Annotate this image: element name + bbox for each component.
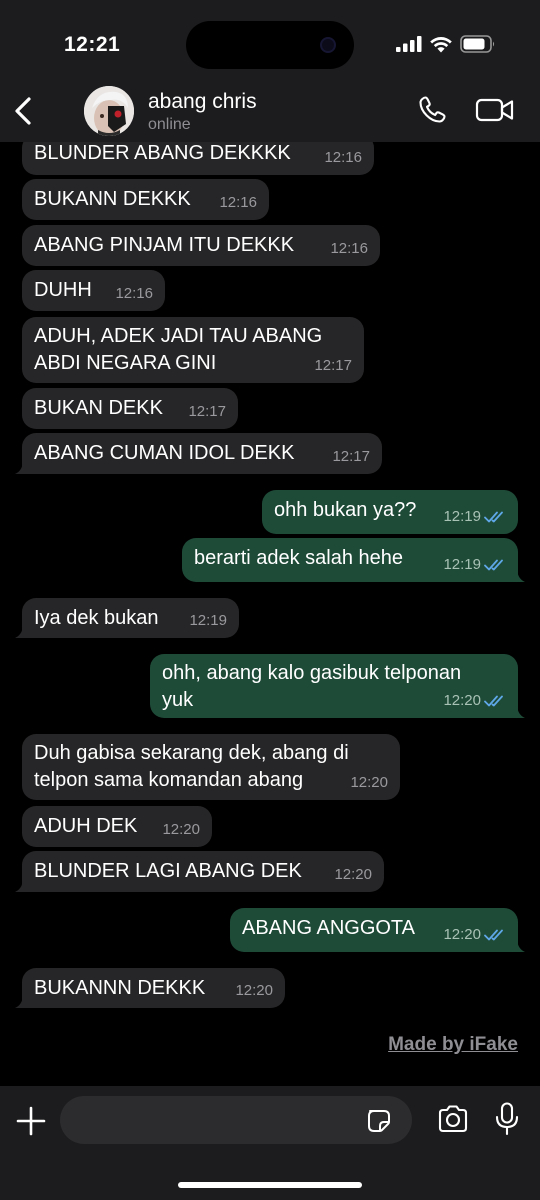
incoming-message[interactable]: ABANG CUMAN IDOL DEKK 12:17 [15, 433, 382, 474]
outgoing-message[interactable]: berarti adek salah hehe 12:19 [182, 538, 525, 582]
message-time: 12:16 [115, 285, 153, 302]
contact-status: online [148, 116, 191, 133]
message-meta: 12:17 [188, 398, 226, 425]
double-check-icon [484, 695, 503, 706]
incoming-message[interactable]: BUKANN DEKKK 12:16 [22, 179, 269, 220]
message-time: 12:16 [219, 194, 257, 211]
bubble-tail [513, 940, 525, 952]
double-check-icon [484, 511, 503, 522]
message-meta: 12:20 [162, 816, 200, 843]
bubble-tail [15, 996, 27, 1008]
double-check-icon [484, 929, 503, 940]
message-time: 12:20 [235, 982, 273, 999]
message-time: 12:19 [443, 556, 481, 573]
message-text: ADUH, ADEK JADI TAU ABANG [34, 325, 323, 347]
sticker-icon[interactable] [366, 1108, 392, 1134]
incoming-message[interactable]: DUHH 12:16 [22, 270, 165, 311]
incoming-message[interactable]: BUKAN DEKK 12:17 [22, 388, 238, 429]
message-meta: 12:20 [443, 687, 506, 714]
message-meta: 12:20 [350, 769, 388, 796]
outgoing-message[interactable]: ohh, abang kalo gasibuk telponan yuk 12:… [150, 654, 525, 718]
incoming-message[interactable]: Iya dek bukan 12:19 [15, 598, 239, 638]
back-chevron-icon[interactable] [12, 96, 36, 126]
bubble-tail [15, 880, 27, 892]
message-meta: 12:17 [332, 443, 370, 470]
message-meta: 12:20 [235, 977, 273, 1004]
plus-icon[interactable] [16, 1106, 46, 1136]
message-text: BLUNDER LAGI ABANG DEK [34, 860, 302, 882]
message-text: ABDI NEGARA GINI [34, 352, 217, 374]
message-time: 12:19 [189, 612, 227, 629]
outgoing-message[interactable]: ohh bukan ya?? 12:19 [262, 490, 518, 534]
avatar-image [84, 86, 134, 136]
bubble-tail [15, 626, 27, 638]
bubble-tail [513, 570, 525, 582]
message-meta: 12:19 [443, 551, 506, 578]
microphone-icon[interactable] [494, 1102, 520, 1136]
message-time: 12:20 [350, 774, 388, 791]
home-indicator[interactable] [178, 1182, 362, 1188]
message-meta: 12:19 [443, 503, 506, 530]
incoming-message[interactable]: BUKANNN DEKKK 12:20 [15, 968, 285, 1008]
status-time: 12:21 [64, 33, 121, 56]
chat-header: abang chris online [0, 86, 540, 142]
bubble-tail [513, 706, 525, 718]
message-time: 12:16 [324, 149, 362, 166]
message-text: ABANG CUMAN IDOL DEKK [34, 442, 295, 464]
contact-avatar[interactable] [84, 86, 134, 136]
double-check-icon [484, 559, 503, 570]
message-time: 12:17 [314, 357, 352, 374]
message-text: Duh gabisa sekarang dek, abang di [34, 742, 349, 764]
input-bar [0, 1086, 540, 1200]
message-meta: 12:19 [189, 607, 227, 634]
message-time: 12:19 [443, 508, 481, 525]
incoming-message[interactable]: ABANG PINJAM ITU DEKKK 12:16 [22, 225, 380, 266]
message-meta: 12:20 [334, 861, 372, 888]
message-meta: 12:16 [115, 280, 153, 307]
message-meta: 12:16 [330, 235, 368, 262]
status-icons [396, 35, 496, 53]
message-time: 12:17 [332, 448, 370, 465]
message-meta: 12:20 [443, 921, 506, 948]
incoming-message[interactable]: BLUNDER LAGI ABANG DEK 12:20 [15, 851, 384, 892]
incoming-message[interactable]: ADUH, ADEK JADI TAU ABANG ABDI NEGARA GI… [22, 317, 364, 383]
incoming-message[interactable]: BLUNDER ABANG DEKKKK 12:16 [22, 142, 374, 175]
front-camera [320, 37, 336, 53]
incoming-message[interactable]: Duh gabisa sekarang dek, abang di telpon… [22, 734, 400, 800]
message-time: 12:20 [443, 692, 481, 709]
message-time: 12:16 [330, 240, 368, 257]
message-text: ohh, abang kalo gasibuk telponan [162, 662, 462, 684]
message-time: 12:20 [443, 926, 481, 943]
bubble-tail [15, 462, 27, 474]
message-text: ABANG PINJAM ITU DEKKK [34, 234, 295, 256]
message-time: 12:17 [188, 403, 226, 420]
outgoing-message[interactable]: ABANG ANGGOTA 12:20 [230, 908, 525, 952]
message-text: BLUNDER ABANG DEKKKK [34, 142, 291, 164]
phone-icon[interactable] [416, 94, 448, 126]
cellular-signal-icon [396, 36, 422, 52]
message-list[interactable]: BLUNDER ABANG DEKKKK 12:16 BUKANN DEKKK … [0, 142, 540, 1086]
message-time: 12:20 [334, 866, 372, 883]
incoming-message[interactable]: ADUH DEK 12:20 [22, 806, 212, 847]
battery-icon [460, 35, 495, 53]
message-time: 12:20 [162, 821, 200, 838]
wifi-icon [430, 36, 452, 52]
dynamic-island [186, 21, 354, 69]
camera-icon[interactable] [437, 1104, 469, 1134]
status-bar: 12:21 [0, 0, 540, 88]
video-camera-icon[interactable] [475, 96, 515, 124]
message-text: telpon sama komandan abang [34, 769, 304, 791]
watermark-link[interactable]: Made by iFake [388, 1034, 518, 1056]
message-input[interactable] [60, 1096, 412, 1144]
message-meta: 12:17 [314, 352, 352, 379]
message-meta: 12:16 [324, 144, 362, 171]
message-meta: 12:16 [219, 189, 257, 216]
contact-name[interactable]: abang chris [148, 90, 257, 114]
